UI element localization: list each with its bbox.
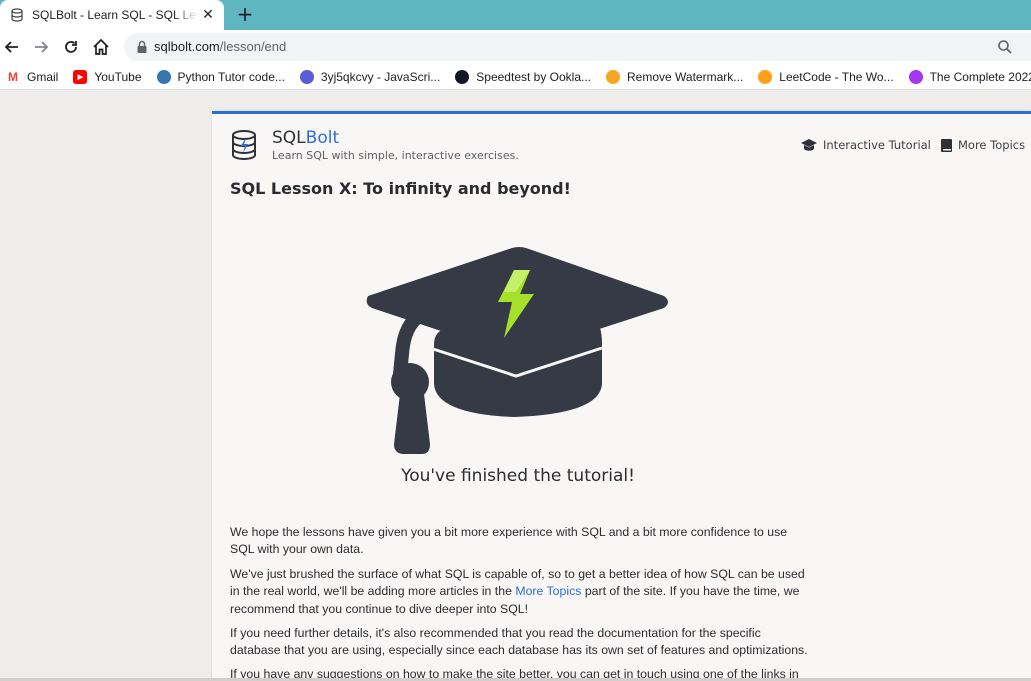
bookmark-item[interactable]: 3yj5qkcvy - JavaScri...	[299, 69, 441, 84]
bookmark-item[interactable]: Python Tutor code...	[156, 69, 285, 84]
paragraph-1: We hope the lessons have given you a bit…	[230, 525, 788, 557]
bookmark-item[interactable]: Speedtest by Ookla...	[455, 69, 592, 84]
watermark-icon	[606, 69, 621, 84]
bookmark-label: Python Tutor code...	[177, 69, 285, 84]
youtube-icon: ▶	[73, 69, 88, 84]
reload-icon	[65, 41, 77, 53]
leetcode-icon	[758, 69, 773, 84]
graduation-cap-icon	[801, 139, 817, 151]
address-bar[interactable]: sqlbolt.com/lesson/end	[124, 33, 1031, 61]
paragraph-3: If you need further details, it's also r…	[230, 626, 808, 658]
arrow-right-icon	[35, 41, 49, 53]
home-icon	[93, 38, 109, 55]
paragraph-2: We've just brushed the surface of what S…	[230, 567, 805, 616]
forward-button[interactable]	[29, 35, 53, 59]
back-button[interactable]	[0, 35, 24, 59]
arrow-left-icon	[4, 41, 18, 53]
reload-button[interactable]	[59, 35, 83, 59]
tab-title: SQLBolt - Learn SQL - SQL Lesson X: To i…	[32, 8, 198, 22]
browser-toolbar: sqlbolt.com/lesson/end	[0, 30, 1031, 64]
bookmark-label: Speedtest by Ookla...	[476, 69, 592, 84]
page-viewport: SQLBolt Learn SQL with simple, interacti…	[0, 91, 1031, 681]
code-icon	[299, 69, 314, 84]
browser-tab[interactable]: SQLBolt - Learn SQL - SQL Lesson X: To i…	[0, 0, 224, 30]
new-tab-button[interactable]: +	[234, 4, 256, 26]
site-tagline: Learn SQL with simple, interactive exerc…	[272, 149, 519, 162]
content-panel: SQLBolt Learn SQL with simple, interacti…	[212, 111, 1031, 681]
url-text: sqlbolt.com/lesson/end	[154, 39, 287, 54]
speedtest-icon	[455, 69, 470, 84]
bookmark-label: Remove Watermark...	[627, 69, 744, 84]
lock-icon	[137, 40, 147, 53]
graduation-cap-bolt-icon	[366, 247, 668, 454]
bookmark-item[interactable]: ▶ YouTube	[73, 69, 142, 84]
more-topics-inline-link[interactable]: More Topics	[515, 584, 581, 598]
sqlbolt-logo-icon[interactable]	[230, 130, 258, 160]
book-icon	[941, 138, 952, 152]
bookmark-item[interactable]: LeetCode - The Wo...	[758, 69, 894, 84]
more-topics-link[interactable]: More Topics	[941, 138, 1025, 152]
finished-heading: You've finished the tutorial!	[401, 466, 635, 486]
bookmark-item[interactable]: Remove Watermark...	[606, 69, 744, 84]
site-brand[interactable]: SQLBolt	[272, 128, 339, 148]
python-icon	[156, 69, 171, 84]
udemy-icon	[908, 69, 923, 84]
bookmark-label: LeetCode - The Wo...	[779, 69, 894, 84]
tab-strip: SQLBolt - Learn SQL - SQL Lesson X: To i…	[0, 0, 1031, 30]
close-tab-icon[interactable]: ✕	[200, 7, 216, 23]
bookmark-label: 3yj5qkcvy - JavaScri...	[320, 69, 441, 84]
interactive-tutorial-link[interactable]: Interactive Tutorial	[801, 138, 931, 152]
zoom-icon	[998, 40, 1012, 54]
gmail-icon: M	[8, 69, 18, 84]
home-button[interactable]	[89, 35, 113, 59]
bookmark-label: The Complete 2022...	[929, 69, 1031, 84]
bookmark-item[interactable]: The Complete 2022...	[908, 69, 1031, 84]
bookmark-label: YouTube	[94, 69, 142, 84]
bookmark-label: Gmail	[27, 69, 59, 84]
bookmark-item[interactable]: M Gmail	[6, 70, 58, 84]
lesson-title: SQL Lesson X: To infinity and beyond!	[230, 179, 571, 198]
bookmarks-bar: M Gmail ▶ YouTube Python Tutor code... 3yj5qk…	[0, 64, 1031, 90]
sqlbolt-favicon-icon	[10, 8, 24, 22]
